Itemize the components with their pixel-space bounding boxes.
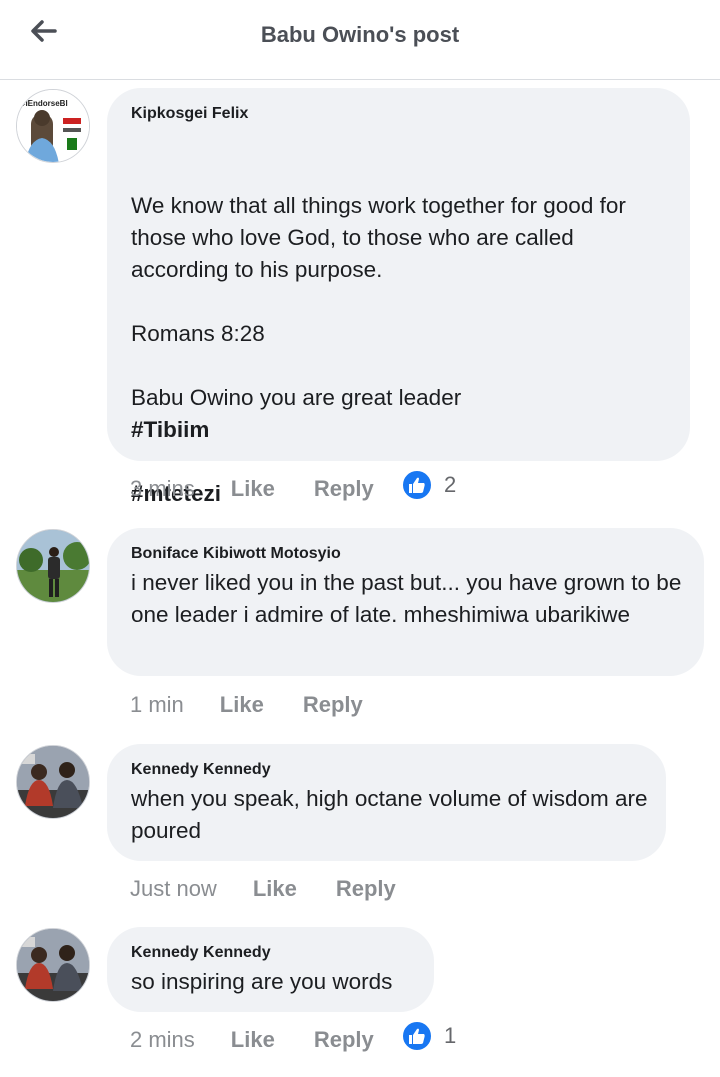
comment-text: i never liked you in the past but... you…	[131, 570, 682, 627]
reaction-badge[interactable]	[401, 469, 433, 501]
reply-button[interactable]: Reply	[303, 692, 363, 718]
comment-author[interactable]: Kennedy Kennedy	[131, 944, 271, 962]
comment-time: Just now	[130, 876, 217, 901]
comment-author[interactable]: Kipkosgei Felix	[131, 105, 248, 123]
reply-button[interactable]: Reply	[314, 1027, 374, 1053]
comment-body: We know that all things work together fo…	[131, 193, 626, 410]
comment-author[interactable]: Kennedy Kennedy	[131, 761, 271, 779]
comment-text: when you speak, high octane volume of wi…	[131, 786, 648, 843]
reply-button[interactable]: Reply	[336, 876, 396, 902]
reaction-count: 2	[444, 472, 457, 497]
reply-button[interactable]: Reply	[314, 476, 374, 502]
comment-bubble: Kennedy Kennedy when you speak, high oct…	[107, 744, 666, 861]
comment-bubble: Boniface Kibiwott Motosyio i never liked…	[107, 528, 704, 676]
like-button[interactable]: Like	[253, 876, 297, 902]
avatar[interactable]	[16, 745, 90, 819]
avatar-logo-text: #IEndorseBl	[21, 99, 68, 108]
like-button[interactable]: Like	[231, 476, 275, 502]
thumbs-up-icon	[409, 1028, 425, 1044]
comment-actions: 2 mins Like Reply	[130, 1024, 374, 1056]
comment-bubble: Kennedy Kennedy so inspiring are you wor…	[107, 927, 434, 1012]
reaction-badge[interactable]	[401, 1020, 433, 1052]
hashtag-tibiim[interactable]: #Tibiim	[131, 414, 676, 446]
page-title: Babu Owino's post	[260, 22, 460, 47]
comment-bubble: Kipkosgei Felix We know that all things …	[107, 88, 690, 506]
top-bar: Babu Owino's post	[0, 0, 720, 80]
like-button[interactable]: Like	[220, 692, 264, 718]
like-button[interactable]: Like	[231, 1027, 275, 1053]
comment-actions: Just now Like Reply	[130, 873, 396, 905]
comment-actions: 3 mins Like Reply	[130, 473, 374, 505]
thumbs-up-icon	[409, 477, 425, 493]
comment-time: 1 min	[130, 692, 184, 717]
avatar[interactable]	[16, 928, 90, 1002]
comment-text: so inspiring are you words	[131, 969, 393, 994]
comment-author[interactable]: Boniface Kibiwott Motosyio	[131, 545, 341, 563]
comment-time: 2 mins	[130, 1027, 195, 1052]
avatar[interactable]	[16, 529, 90, 603]
avatar[interactable]: #IEndorseBl	[16, 89, 90, 163]
reaction-count: 1	[444, 1023, 457, 1048]
comment-time: 3 mins	[130, 476, 195, 501]
comment-actions: 1 min Like Reply	[130, 689, 363, 721]
